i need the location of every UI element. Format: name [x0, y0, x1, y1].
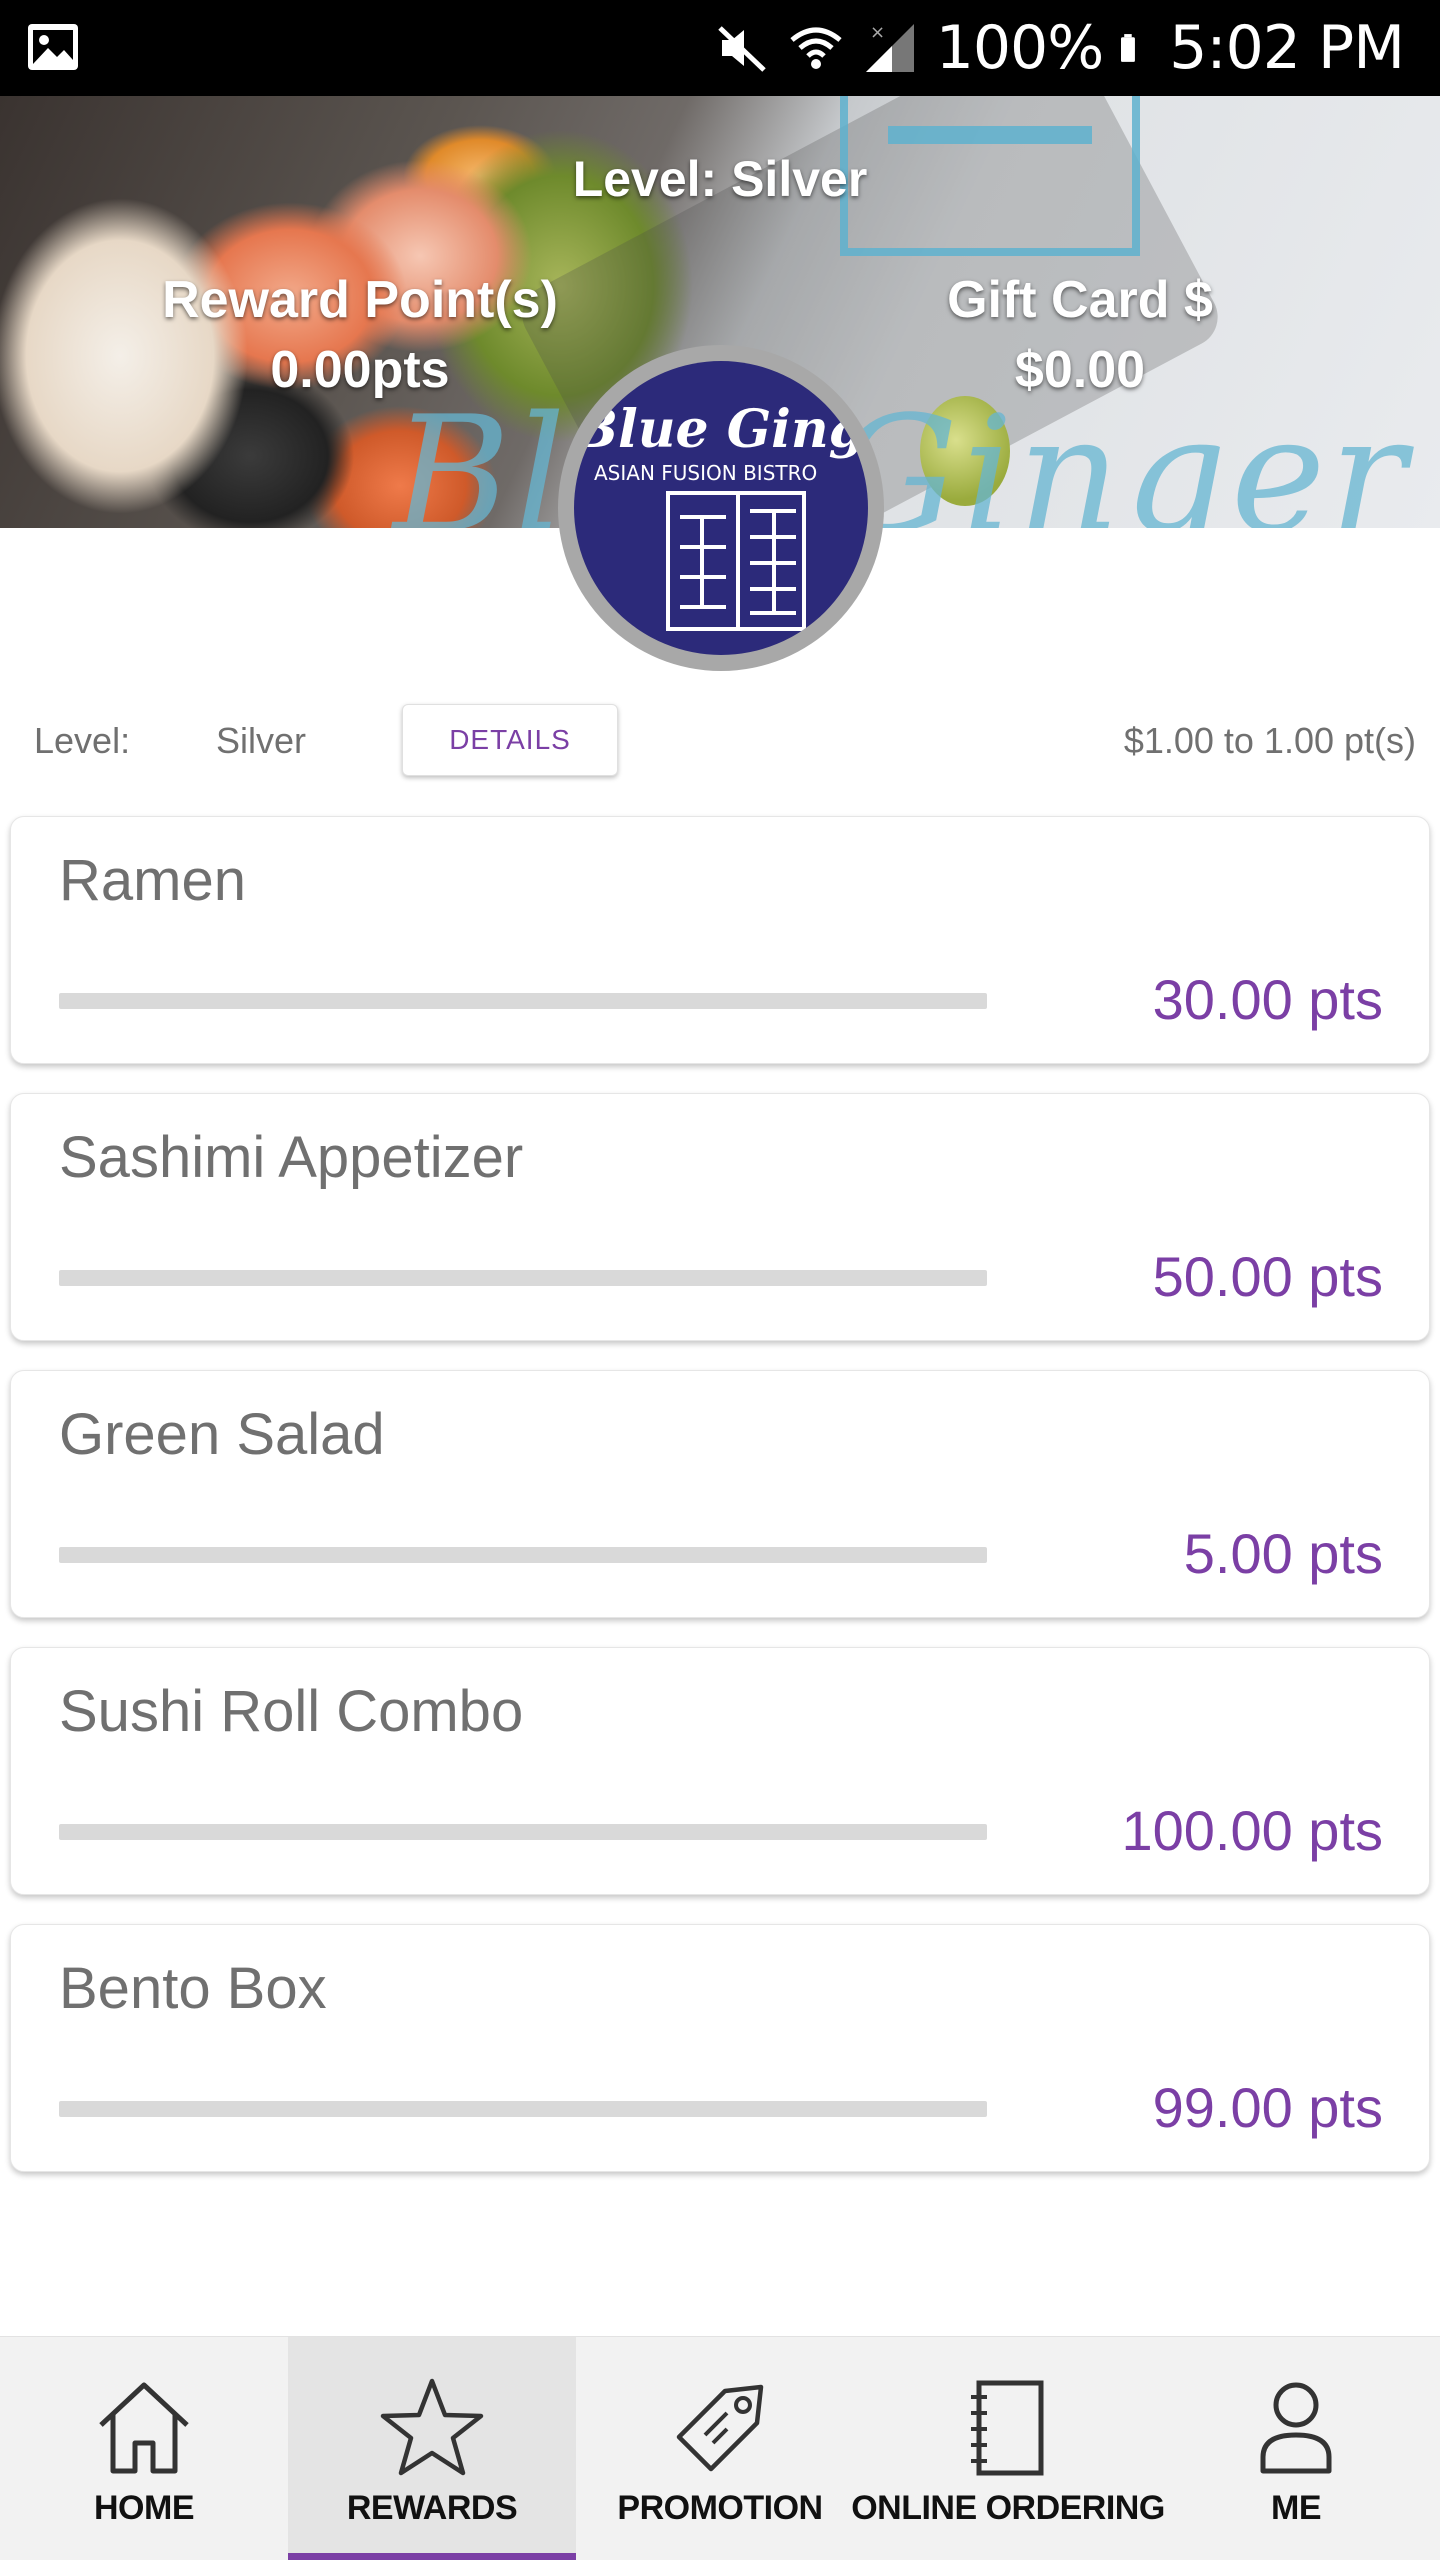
reward-points: 100.00 pts — [1121, 1799, 1383, 1862]
gift-card-label: Gift Card $ — [947, 271, 1213, 329]
nav-promotion-label: PROMOTION — [617, 2489, 823, 2527]
reward-points-block: Reward Point(s) 0.00pts — [110, 266, 610, 406]
logo-badge: Blue Ginger ASIAN FUSION BISTRO — [574, 361, 868, 655]
reward-progress-bar — [59, 993, 987, 1009]
level-row: Level: Silver DETAILS $1.00 to 1.00 pt(s… — [0, 700, 1440, 780]
reward-card-bento-box[interactable]: Bento Box 99.00 pts — [10, 1924, 1430, 2172]
level-label: Level: — [34, 720, 131, 761]
bottom-nav: HOME REWARDS PROMOTION ONLINE ORDERING M… — [0, 2336, 1440, 2560]
reward-name: Green Salad — [59, 1402, 385, 1467]
clock: 5:02 PM — [1169, 13, 1405, 83]
points-rate: $1.00 to 1.00 pt(s) — [1123, 720, 1416, 761]
gift-card-value: $0.00 — [1014, 341, 1146, 399]
gift-card-block: Gift Card $ $0.00 — [830, 266, 1330, 406]
nav-me-label: ME — [1271, 2489, 1322, 2527]
reward-points: 50.00 pts — [1152, 1245, 1383, 1308]
svg-text:×: × — [870, 22, 885, 43]
logo-script: Blue Ginger — [574, 399, 868, 460]
rewards-list: Ramen 30.00 pts Sashimi Appetizer 50.00 … — [10, 816, 1430, 2201]
signal-icon: × — [865, 22, 914, 72]
reward-points-value: 0.00pts — [270, 341, 450, 399]
image-icon — [28, 24, 78, 70]
reward-progress-bar — [59, 1547, 987, 1563]
nav-rewards[interactable]: REWARDS — [288, 2337, 576, 2560]
nav-home[interactable]: HOME — [0, 2337, 288, 2560]
mute-icon — [717, 26, 766, 72]
reward-points: 30.00 pts — [1152, 968, 1383, 1031]
reward-card-sashimi-appetizer[interactable]: Sashimi Appetizer 50.00 pts — [10, 1093, 1430, 1341]
logo-seal-icon — [666, 491, 806, 631]
reward-points: 99.00 pts — [1152, 2076, 1383, 2139]
reward-card-green-salad[interactable]: Green Salad 5.00 pts — [10, 1370, 1430, 1618]
tag-icon — [676, 2384, 764, 2472]
nav-me[interactable]: ME — [1152, 2337, 1440, 2560]
logo-subtext: ASIAN FUSION BISTRO — [594, 461, 818, 485]
details-button[interactable]: DETAILS — [402, 704, 618, 776]
nav-online-ordering-label: ONLINE ORDERING — [851, 2489, 1165, 2527]
reward-name: Sashimi Appetizer — [59, 1125, 524, 1190]
reward-progress-bar — [59, 2101, 987, 2117]
reward-points-label: Reward Point(s) — [162, 271, 558, 329]
nav-rewards-label: REWARDS — [346, 2489, 518, 2527]
reward-card-ramen[interactable]: Ramen 30.00 pts — [10, 816, 1430, 1064]
reward-points: 5.00 pts — [1183, 1522, 1383, 1585]
reward-name: Ramen — [59, 848, 246, 913]
reward-progress-bar — [59, 1270, 987, 1286]
banner-level: Level: Silver — [572, 151, 868, 207]
status-bar: × 100% 5:02 PM — [0, 0, 1440, 96]
reward-progress-bar — [59, 1824, 987, 1840]
wifi-icon — [790, 27, 842, 69]
level-value: Silver — [216, 720, 307, 761]
nav-promotion[interactable]: PROMOTION — [576, 2337, 864, 2560]
person-icon — [1260, 2382, 1332, 2474]
notebook-icon — [971, 2380, 1044, 2476]
battery-percent: 100% — [935, 13, 1105, 83]
battery-icon — [1121, 34, 1136, 62]
home-icon — [99, 2382, 189, 2474]
brand-logo: Blue Ginger ASIAN FUSION BISTRO — [558, 345, 884, 671]
reward-card-sushi-roll-combo[interactable]: Sushi Roll Combo 100.00 pts — [10, 1647, 1430, 1895]
reward-name: Bento Box — [59, 1956, 327, 2021]
nav-home-label: HOME — [94, 2489, 195, 2527]
nav-online-ordering[interactable]: ONLINE ORDERING — [851, 2337, 1165, 2560]
star-icon — [380, 2378, 484, 2476]
reward-name: Sushi Roll Combo — [59, 1679, 524, 1744]
